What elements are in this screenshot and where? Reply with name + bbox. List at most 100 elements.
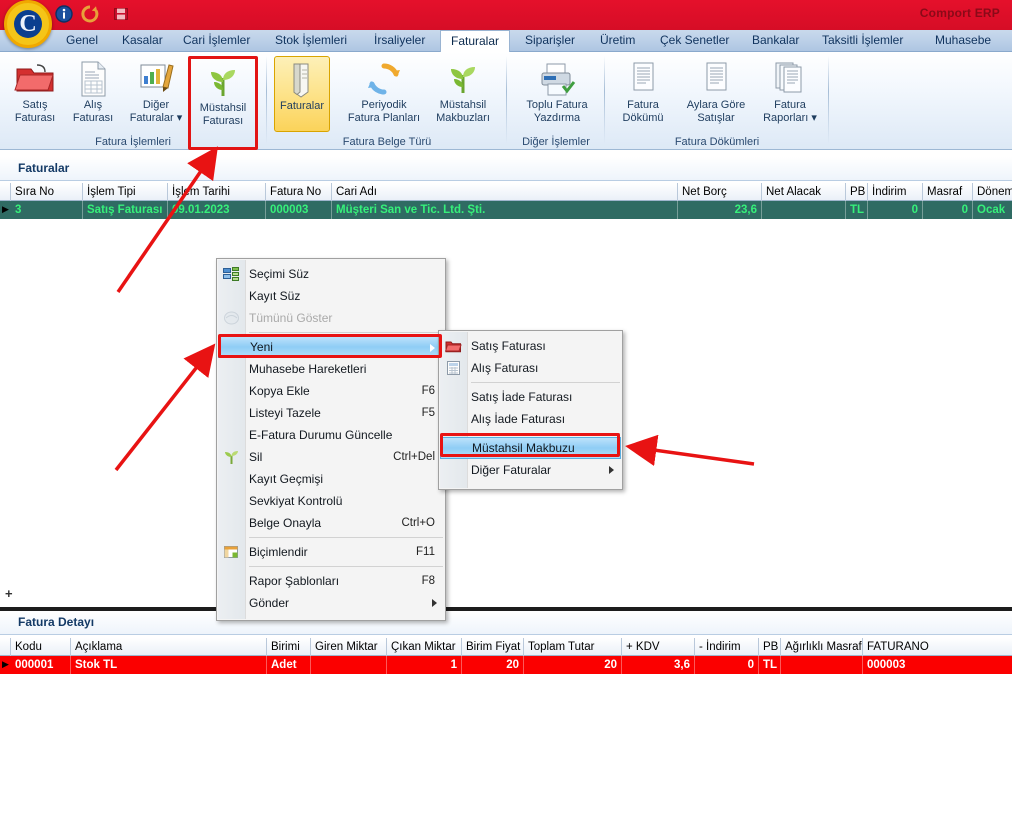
col-kodu[interactable]: Kodu — [11, 638, 71, 656]
row-selector-header — [0, 183, 11, 201]
detail-grid-header: Kodu Açıklama Birimi Giren Miktar Çıkan … — [0, 637, 1012, 656]
ribbon-group-fatura-belge-turu: Faturalar Periyodik Fatura Planları Müst… — [268, 52, 506, 150]
menu-item-muhasebe-hareketleri[interactable]: Muhasebe Hareketleri — [217, 358, 445, 380]
menu-item-gonder[interactable]: Gönder — [217, 592, 445, 614]
ribbon-button-periyodik-fatura-planlari[interactable]: Periyodik Fatura Planları — [342, 56, 426, 132]
ribbon-button-satis-faturasi[interactable]: Satış Faturası — [4, 56, 66, 132]
col-faturano[interactable]: FATURANO — [863, 638, 1012, 656]
tab-faturalar[interactable]: Faturalar — [440, 30, 511, 53]
col-sira-no[interactable]: Sıra No — [11, 183, 83, 201]
app-logo[interactable]: C — [4, 0, 52, 48]
delete-plant-icon — [223, 449, 240, 465]
tab-kasalar[interactable]: Kasalar — [112, 30, 173, 52]
col-donem[interactable]: Dönem — [973, 183, 1012, 201]
menu-item-sil[interactable]: Sil Ctrl+Del — [217, 446, 445, 468]
submenu-item-mustahsil-makbuzu[interactable]: Müstahsil Makbuzu — [440, 437, 621, 459]
chevron-down-icon[interactable]: ▾ — [177, 112, 183, 124]
col-net-borc[interactable]: Net Borç — [678, 183, 762, 201]
ribbon-button-label: Müstahsil Makbuzları — [436, 99, 490, 124]
menu-item-label: Muhasebe Hareketleri — [249, 362, 367, 376]
menu-item-sevkiyat-kontrolu[interactable]: Sevkiyat Kontrolü — [217, 490, 445, 512]
tab-uretim[interactable]: Üretim — [590, 30, 645, 52]
menu-item-shortcut: F6 — [421, 385, 435, 397]
col-indirim[interactable]: - İndirim — [695, 638, 759, 656]
red-folder-icon — [4, 59, 66, 99]
submenu-item-alis-faturasi[interactable]: Alış Faturası — [439, 357, 622, 379]
tab-muhasebe[interactable]: Muhasebe — [925, 30, 1001, 52]
menu-item-label: Biçimlendir — [249, 545, 308, 559]
col-fatura-no[interactable]: Fatura No — [266, 183, 332, 201]
col-toplam-tutar[interactable]: Toplam Tutar — [524, 638, 622, 656]
cell-indirim: 0 — [695, 656, 759, 674]
info-icon[interactable] — [54, 4, 74, 24]
menu-item-e-fatura-durumu-guncelle[interactable]: E-Fatura Durumu Güncelle — [217, 424, 445, 446]
table-row[interactable]: ▶ 000001 Stok TL Adet 1 20 20 3,6 0 TL 0… — [0, 656, 1012, 674]
submenu-item-alis-iade-faturasi[interactable]: Alış İade Faturası — [439, 408, 622, 430]
ribbon-group-label: Fatura Dökümleri — [674, 136, 760, 148]
col-aciklama[interactable]: Açıklama — [71, 638, 267, 656]
submenu-item-satis-faturasi[interactable]: Satış Faturası — [439, 335, 622, 357]
menu-item-label: Kayıt Süz — [249, 289, 301, 303]
col-masraf[interactable]: Masraf — [923, 183, 973, 201]
tab-siparisler[interactable]: Siparişler — [515, 30, 585, 52]
ribbon-button-fatura-raporlari[interactable]: Fatura Raporları ▾ — [756, 56, 824, 132]
col-indirim[interactable]: İndirim — [868, 183, 923, 201]
save-icon[interactable] — [114, 8, 128, 20]
chevron-down-icon[interactable]: ▾ — [811, 112, 817, 124]
new-row-indicator[interactable]: + — [5, 586, 13, 601]
menu-item-label: Kayıt Geçmişi — [249, 472, 324, 486]
cell-toplam-tutar: 20 — [524, 656, 622, 674]
refresh-icon[interactable] — [80, 4, 100, 24]
ribbon-button-toplu-fatura-yazdirma[interactable]: Toplu Fatura Yazdırma — [512, 56, 602, 132]
submenu-item-label: Alış İade Faturası — [471, 412, 566, 426]
tab-irsaliyeler[interactable]: İrsaliyeler — [364, 30, 435, 52]
menu-item-listeyi-tazele[interactable]: Listeyi Tazele F5 — [217, 402, 445, 424]
menu-item-rapor-sablonlari[interactable]: Rapor Şablonları F8 — [217, 570, 445, 592]
ribbon-button-label: Satış Faturası — [14, 99, 56, 124]
ribbon-group-label: Fatura İşlemleri — [95, 136, 171, 148]
submenu-item-diger-faturalar[interactable]: Diğer Faturalar — [439, 459, 622, 481]
menu-item-tumunu-goster: Tümünü Göster — [217, 307, 445, 329]
tab-taksitli-islemler[interactable]: Taksitli İşlemler — [812, 30, 913, 52]
menu-item-yeni[interactable]: Yeni — [218, 336, 444, 358]
menu-item-belge-onayla[interactable]: Belge Onayla Ctrl+O — [217, 512, 445, 534]
tab-bankalar[interactable]: Bankalar — [742, 30, 809, 52]
menu-item-kayit-suz[interactable]: Kayıt Süz — [217, 285, 445, 307]
menu-item-bicimlendir[interactable]: Biçimlendir F11 — [217, 541, 445, 563]
col-pb[interactable]: PB — [759, 638, 781, 656]
submenu-item-satis-iade-faturasi[interactable]: Satış İade Faturası — [439, 386, 622, 408]
ribbon-button-fatura-dokumu[interactable]: Fatura Dökümü — [612, 56, 674, 132]
row-indicator: ▶ — [2, 204, 9, 214]
menu-item-secimi-suz[interactable]: Seçimi Süz — [217, 263, 445, 285]
tab-genel[interactable]: Genel — [56, 30, 108, 52]
col-birim-fiyat[interactable]: Birim Fiyat — [462, 638, 524, 656]
menu-separator — [249, 537, 443, 538]
col-islem-tarihi[interactable]: İşlem Tarihi — [168, 183, 266, 201]
tab-stok-islemleri[interactable]: Stok İşlemleri — [265, 30, 357, 52]
table-row[interactable]: ▶ 3 Satış Faturası 09.01.2023 000003 Müş… — [0, 201, 1012, 219]
context-submenu-yeni[interactable]: Satış Faturası Alış Faturası Satış İade … — [438, 330, 623, 490]
col-cikan-miktar[interactable]: Çıkan Miktar — [387, 638, 462, 656]
context-menu[interactable]: Seçimi Süz Kayıt Süz Tümünü Göster Yeni … — [216, 258, 446, 621]
col-giren-miktar[interactable]: Giren Miktar — [311, 638, 387, 656]
menu-item-kayit-gecmisi[interactable]: Kayıt Geçmişi — [217, 468, 445, 490]
detail-grid[interactable]: Kodu Açıklama Birimi Giren Miktar Çıkan … — [0, 637, 1012, 674]
col-birimi[interactable]: Birimi — [267, 638, 311, 656]
ribbon-button-mustahsil-makbuzlari[interactable]: Müstahsil Makbuzları — [426, 56, 500, 132]
menu-separator — [249, 332, 443, 333]
ribbon-button-faturalar[interactable]: Faturalar — [274, 56, 330, 132]
tab-cek-senetler[interactable]: Çek Senetler — [650, 30, 739, 52]
col-agirlikli-masraf[interactable]: Ağırlıklı Masraf — [781, 638, 863, 656]
col-net-alacak[interactable]: Net Alacak — [762, 183, 846, 201]
invoices-grid[interactable]: Sıra No İşlem Tipi İşlem Tarihi Fatura N… — [0, 182, 1012, 219]
col-kdv[interactable]: + KDV — [622, 638, 695, 656]
menu-item-shortcut: Ctrl+Del — [393, 451, 435, 463]
col-pb[interactable]: PB — [846, 183, 868, 201]
ribbon-button-aylara-gore-satislar[interactable]: Aylara Göre Satışlar — [676, 56, 756, 132]
menu-item-kopya-ekle[interactable]: Kopya Ekle F6 — [217, 380, 445, 402]
tab-cari-islemler[interactable]: Cari İşlemler — [173, 30, 260, 52]
col-islem-tipi[interactable]: İşlem Tipi — [83, 183, 168, 201]
col-cari-adi[interactable]: Cari Adı — [332, 183, 678, 201]
ribbon-button-alis-faturasi[interactable]: Alış Faturası — [62, 56, 124, 132]
ribbon-button-diger-faturalar[interactable]: Diğer Faturalar ▾ — [122, 56, 190, 132]
